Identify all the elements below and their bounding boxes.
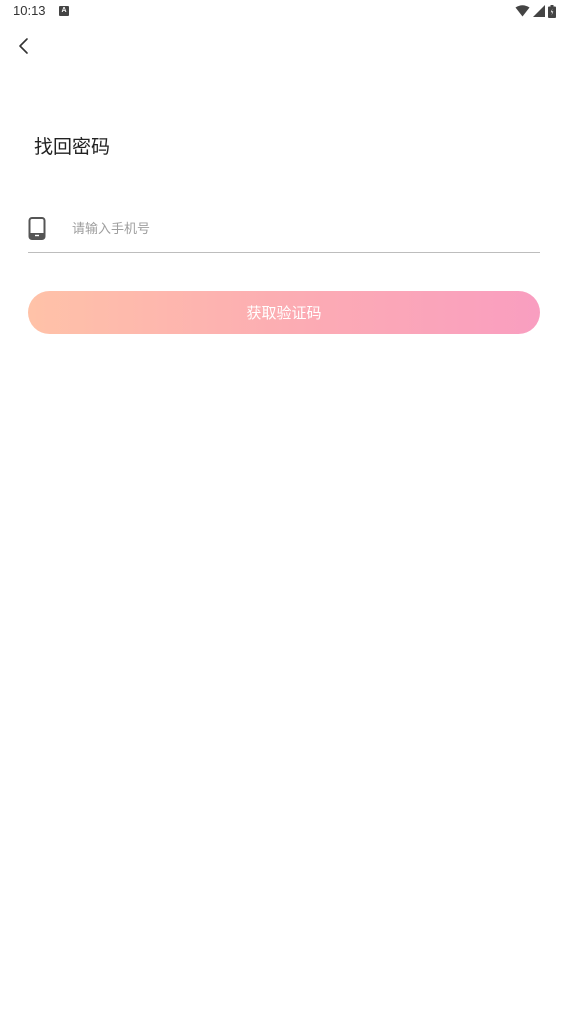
get-code-button[interactable]: 获取验证码 <box>28 291 540 334</box>
status-icons <box>515 4 556 18</box>
page-title: 找回密码 <box>34 136 111 158</box>
back-button[interactable] <box>10 34 38 62</box>
status-bar: 10:13 A <box>0 0 568 24</box>
chevron-left-icon <box>18 37 30 59</box>
phone-input[interactable] <box>72 216 522 242</box>
signal-icon <box>533 5 545 17</box>
battery-icon <box>548 4 556 18</box>
phone-field[interactable] <box>28 208 540 253</box>
a-box-icon: A <box>59 6 69 16</box>
get-code-button-label: 获取验证码 <box>246 304 322 322</box>
wifi-icon <box>515 5 530 17</box>
mobile-phone-icon <box>28 217 46 240</box>
status-time: 10:13 <box>13 3 46 18</box>
